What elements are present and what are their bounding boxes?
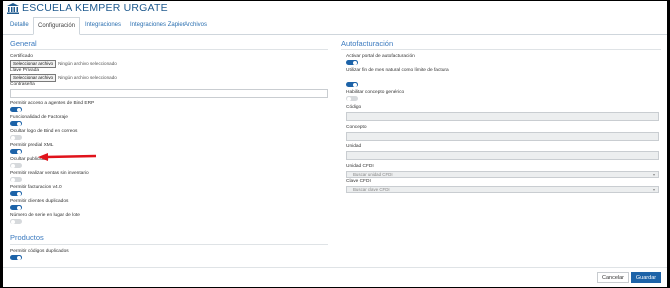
tab-detalle[interactable]: Detalle <box>6 17 33 33</box>
divider <box>10 49 328 50</box>
toggle-knob <box>11 219 15 224</box>
toggle-label: Permitir códigos duplicados <box>10 249 69 254</box>
footer-divider <box>3 267 667 268</box>
annotation-arrow-icon <box>38 153 97 161</box>
divider <box>10 244 328 245</box>
toggle-label: Permitir predial XML <box>10 143 54 148</box>
certificado-file-button[interactable]: Seleccionar archivo <box>10 59 57 68</box>
toggle-knob <box>17 149 21 154</box>
tab-archivos[interactable]: Archivos <box>180 17 211 33</box>
tab-configuracion[interactable]: Configuración <box>33 17 81 35</box>
app-window: ESCUELA KEMPER URGATE Detalle Configurac… <box>3 1 667 287</box>
toggle-knob <box>17 205 21 210</box>
llave-file-button[interactable]: Seleccionar archivo <box>10 73 57 82</box>
toggle-label: Permitir acceso a agentes de Bind ERP <box>10 101 95 106</box>
toggle-knob <box>11 177 15 182</box>
toggle-label: Funcionalidad de Factoraje <box>10 115 68 120</box>
autofacturacion-title: Autofacturación <box>341 39 394 48</box>
toggle-label: Permitir clientes duplicados <box>10 199 69 204</box>
toggle-label: Permitir realizar ventas sin inventario <box>10 171 89 176</box>
certificado-file-status: Ningún archivo seleccionado <box>58 61 117 66</box>
concepto-input[interactable] <box>346 132 659 141</box>
tab-integraciones[interactable]: Integraciones <box>81 17 125 33</box>
toggle-clientes-duplicados[interactable] <box>10 205 22 210</box>
llave-file-row: Seleccionar archivo Ningún archivo selec… <box>10 73 117 82</box>
password-input[interactable] <box>10 89 328 98</box>
toggle-fin-de-mes[interactable] <box>346 82 358 87</box>
unidad-cfdi-label: Unidad CFDI <box>346 164 374 169</box>
toggle-label: Permitir facturacion v4.0 <box>10 185 62 190</box>
certificado-file-row: Seleccionar archivo Ningún archivo selec… <box>10 59 117 68</box>
tab-bar: Detalle Configuración Integraciones Inte… <box>3 17 667 35</box>
toggle-portal-autofacturacion[interactable] <box>346 60 358 65</box>
chevron-down-icon: ▾ <box>652 172 655 177</box>
llave-privada-label: Llave Privada <box>10 68 40 73</box>
cancel-button[interactable]: Cancelar <box>597 272 629 283</box>
toggle-knob <box>17 121 21 126</box>
unidad-label: Unidad <box>346 144 362 149</box>
header: ESCUELA KEMPER URGATE <box>3 1 667 16</box>
toggle-knob <box>11 163 15 168</box>
toggle-label: Utilizar fin de mes natural como límite … <box>346 68 449 73</box>
productos-title: Productos <box>10 233 44 242</box>
toggle-concepto-generico[interactable] <box>346 96 358 101</box>
clave-cfdi-label: Clave CFDI <box>346 179 371 184</box>
toggle-knob <box>17 255 21 260</box>
toggle-knob <box>353 82 357 87</box>
clave-cfdi-placeholder: Buscar clave CFDI <box>353 187 390 192</box>
codigo-input[interactable] <box>346 112 659 121</box>
unidad-cfdi-placeholder: Buscar unidad CFDI <box>353 172 393 177</box>
toggle-label: Habilitar concepto genérico <box>346 90 405 95</box>
toggle-facturacion-v40[interactable] <box>10 191 22 196</box>
general-title: General <box>10 39 37 48</box>
page-title: ESCUELA KEMPER URGATE <box>22 2 168 14</box>
chevron-down-icon: ▾ <box>652 187 655 192</box>
toggle-knob <box>353 60 357 65</box>
divider <box>341 49 661 50</box>
toggle-label: Número de serie en lugar de lote <box>10 213 80 218</box>
unidad-input[interactable] <box>346 151 659 160</box>
toggle-ocultar-publicidad[interactable] <box>10 163 22 168</box>
toggle-agentes-bind[interactable] <box>10 107 22 112</box>
save-button[interactable]: Guardar <box>631 272 661 283</box>
llave-file-status: Ningún archivo seleccionado <box>58 75 117 80</box>
unidad-cfdi-select[interactable]: Buscar unidad CFDI ▾ <box>346 171 659 178</box>
toggle-label: Ocultar logo de Bind en correos <box>10 129 78 134</box>
toggle-ocultar-logo[interactable] <box>10 135 22 140</box>
codigo-label: Código <box>346 105 362 110</box>
toggle-knob <box>17 191 21 196</box>
toggle-knob <box>17 107 21 112</box>
toggle-knob <box>11 135 15 140</box>
bank-icon <box>7 3 19 14</box>
toggle-knob <box>347 96 351 101</box>
toggle-factoraje[interactable] <box>10 121 22 126</box>
password-label: Contraseña <box>10 82 35 87</box>
clave-cfdi-select[interactable]: Buscar clave CFDI ▾ <box>346 186 659 193</box>
toggle-numero-serie[interactable] <box>10 219 22 224</box>
concepto-label: Concepto <box>346 125 367 130</box>
toggle-predial-xml[interactable] <box>10 149 22 154</box>
toggle-codigos-duplicados[interactable] <box>10 255 22 260</box>
toggle-label: Activar portal de autofacturación <box>346 54 415 59</box>
toggle-ventas-sin-inventario[interactable] <box>10 177 22 182</box>
certificado-label: Certificado <box>10 54 33 59</box>
